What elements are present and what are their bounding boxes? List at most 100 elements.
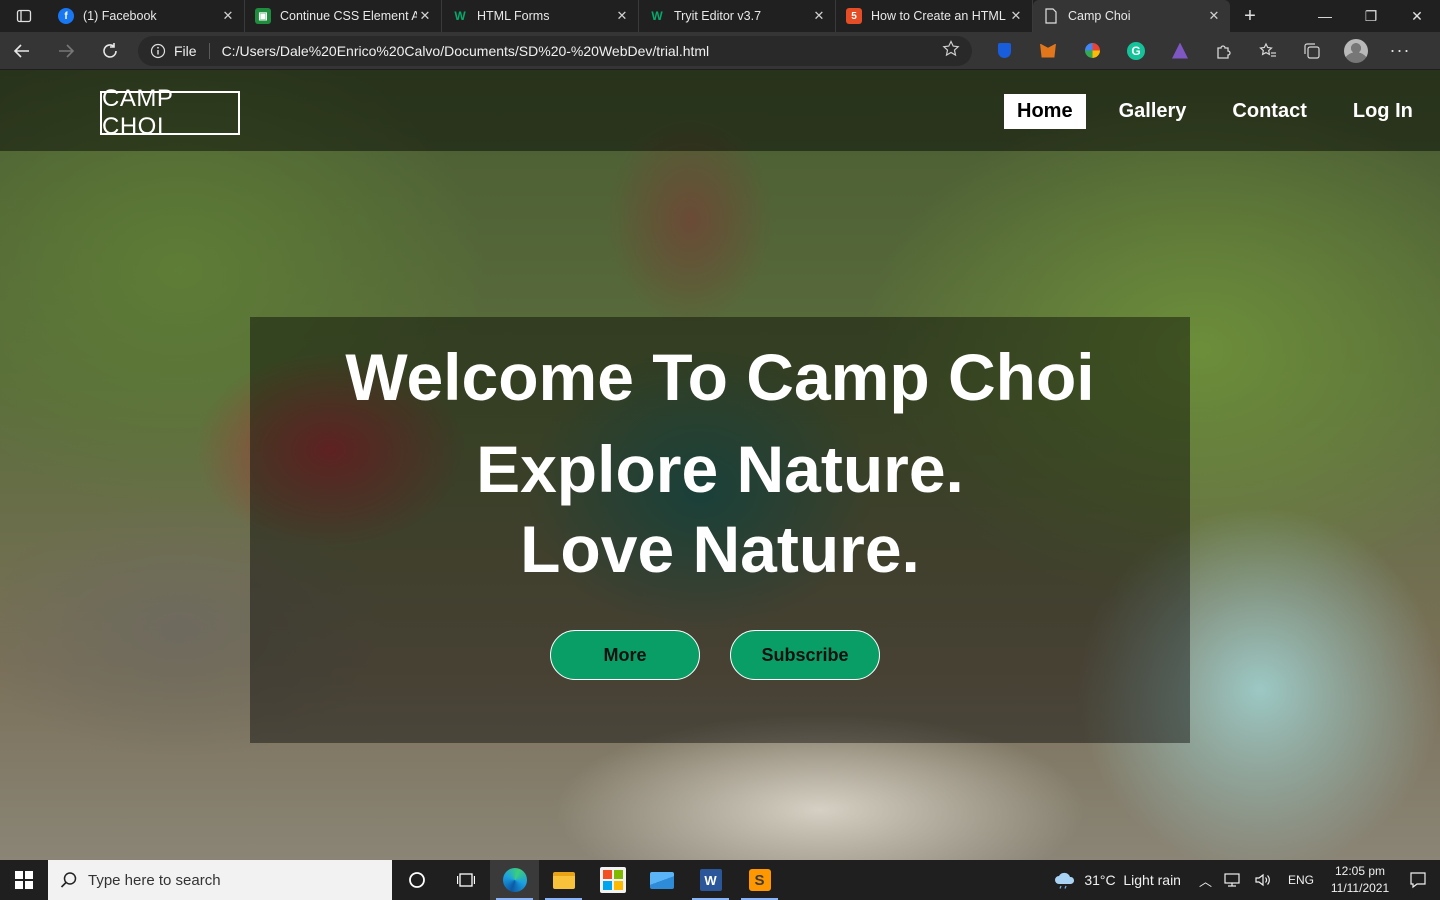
tab-actions-button[interactable] xyxy=(0,0,48,32)
volume-button[interactable] xyxy=(1248,872,1278,888)
wizard-extension[interactable] xyxy=(1158,32,1202,70)
nav-home-link[interactable]: Home xyxy=(1004,94,1086,129)
close-icon[interactable]: ✕ xyxy=(417,8,433,24)
more-button[interactable]: More xyxy=(550,630,700,680)
minimize-button[interactable]: — xyxy=(1302,0,1348,32)
puzzle-icon xyxy=(1217,44,1231,59)
subscribe-button[interactable]: Subscribe xyxy=(730,630,880,680)
tab-title: Camp Choi xyxy=(1068,9,1131,23)
tab-title: (1) Facebook xyxy=(83,9,157,23)
store-icon xyxy=(599,867,626,893)
close-icon: ✕ xyxy=(1411,7,1423,24)
google-translate-extension[interactable] xyxy=(1070,32,1114,70)
system-tray: 31°C Light rain ︿ ENG 12:05 pm 11/11/202… xyxy=(1042,860,1440,900)
settings-menu-button[interactable]: ··· xyxy=(1378,32,1422,70)
profile-button[interactable] xyxy=(1334,32,1378,70)
notification-icon xyxy=(1410,872,1426,889)
weather-text: 31°C Light rain xyxy=(1084,872,1181,888)
chevron-up-icon: ︿ xyxy=(1198,873,1212,889)
close-window-button[interactable]: ✕ xyxy=(1394,0,1440,32)
back-arrow-icon xyxy=(13,43,29,58)
task-view-button[interactable] xyxy=(441,860,490,900)
w3schools-icon: W xyxy=(651,9,663,23)
refresh-button[interactable] xyxy=(88,32,132,70)
browser-tab-strip: f (1) Facebook ✕ ▣ Continue CSS Element … xyxy=(0,0,1440,32)
show-hidden-icons-button[interactable]: ︿ xyxy=(1193,871,1218,890)
start-button[interactable] xyxy=(0,860,48,900)
url-text[interactable]: C:/Users/Dale%20Enrico%20Calvo/Documents… xyxy=(222,43,942,59)
more-icon: ··· xyxy=(1389,40,1411,60)
search-placeholder: Type here to search xyxy=(88,871,221,889)
tab-create-html[interactable]: 5 How to Create an HTML ✕ xyxy=(836,0,1033,32)
globe-icon xyxy=(1084,43,1100,58)
favorites-icon xyxy=(1259,42,1276,57)
nav-login-link[interactable]: Log In xyxy=(1340,94,1426,129)
close-icon[interactable]: ✕ xyxy=(614,8,630,24)
avatar xyxy=(1344,38,1368,63)
metamask-extension[interactable] xyxy=(1026,32,1070,70)
close-icon[interactable]: ✕ xyxy=(220,8,236,24)
taskbar: Type here to search W S 31°C Light rain … xyxy=(0,860,1440,900)
close-icon[interactable]: ✕ xyxy=(811,8,827,24)
language-indicator[interactable]: ENG xyxy=(1278,873,1324,887)
restore-button[interactable]: ❐ xyxy=(1348,0,1394,32)
cortana-icon xyxy=(408,872,425,888)
grammarly-icon: G xyxy=(1127,41,1145,60)
nav-contact-link[interactable]: Contact xyxy=(1219,94,1319,129)
clock-time: 12:05 pm xyxy=(1334,864,1386,878)
tab-actions-icon xyxy=(16,9,32,23)
tab-title: Tryit Editor v3.7 xyxy=(674,9,762,23)
site-header: CAMP CHOI Home Gallery Contact Log In xyxy=(0,70,1440,151)
hero-panel: Welcome To Camp Choi Explore Nature. Lov… xyxy=(250,317,1190,743)
facebook-icon: f xyxy=(58,8,74,24)
tab-css-element[interactable]: ▣ Continue CSS Element A ✕ xyxy=(245,0,442,32)
add-favorite-icon[interactable] xyxy=(942,40,960,61)
taskbar-edge[interactable] xyxy=(490,860,539,900)
wizard-hat-icon xyxy=(1172,42,1188,59)
page-icon xyxy=(1043,8,1059,24)
notification-center-button[interactable] xyxy=(1396,871,1440,889)
favorites-button[interactable] xyxy=(1246,32,1290,70)
new-tab-button[interactable]: + xyxy=(1230,5,1270,28)
taskbar-file-explorer[interactable] xyxy=(539,860,588,900)
clock[interactable]: 12:05 pm 11/11/2021 xyxy=(1324,863,1396,897)
forward-arrow-icon xyxy=(59,43,75,58)
task-view-icon xyxy=(456,873,475,887)
hero-tagline-line-2: Love Nature. xyxy=(520,512,920,586)
taskbar-store[interactable] xyxy=(588,860,637,900)
collections-icon xyxy=(1304,42,1320,59)
html-icon: 5 xyxy=(846,8,862,24)
tab-tryit-editor[interactable]: W Tryit Editor v3.7 ✕ xyxy=(639,0,836,32)
site-info-button[interactable]: File xyxy=(150,42,210,59)
tab-facebook[interactable]: f (1) Facebook ✕ xyxy=(48,0,245,32)
site-logo[interactable]: CAMP CHOI xyxy=(100,85,240,140)
bitwarden-extension[interactable] xyxy=(982,32,1026,70)
taskbar-search-box[interactable]: Type here to search xyxy=(48,860,392,900)
weather-widget[interactable]: 31°C Light rain xyxy=(1042,871,1193,889)
close-icon[interactable]: ✕ xyxy=(1008,8,1024,24)
main-nav: Home Gallery Contact Log In xyxy=(1004,94,1426,129)
cortana-button[interactable] xyxy=(392,860,441,900)
windows-logo-icon xyxy=(15,871,33,889)
speaker-icon xyxy=(1255,873,1270,887)
word-icon: W xyxy=(699,869,722,891)
taskbar-sublime-text[interactable]: S xyxy=(735,860,784,900)
collections-button[interactable] xyxy=(1290,32,1334,70)
close-icon[interactable]: ✕ xyxy=(1206,8,1222,24)
hero-buttons: More Subscribe xyxy=(550,630,880,680)
taskbar-mail[interactable] xyxy=(637,860,686,900)
nav-gallery-link[interactable]: Gallery xyxy=(1106,94,1200,129)
grammarly-extension[interactable]: G xyxy=(1114,32,1158,70)
forward-button[interactable] xyxy=(44,32,88,70)
restore-icon: ❐ xyxy=(1364,7,1378,24)
tab-title: HTML Forms xyxy=(477,9,550,23)
taskbar-word[interactable]: W xyxy=(686,860,735,900)
extensions-button[interactable] xyxy=(1202,32,1246,70)
tab-camp-choi[interactable]: Camp Choi ✕ xyxy=(1033,0,1230,32)
clock-date: 11/11/2021 xyxy=(1330,881,1390,895)
address-bar[interactable]: File C:/Users/Dale%20Enrico%20Calvo/Docu… xyxy=(138,35,972,66)
tab-html-forms[interactable]: W HTML Forms ✕ xyxy=(442,0,639,32)
network-button[interactable] xyxy=(1218,872,1248,888)
tab-title: How to Create an HTML xyxy=(871,9,1006,23)
back-button[interactable] xyxy=(0,32,44,70)
